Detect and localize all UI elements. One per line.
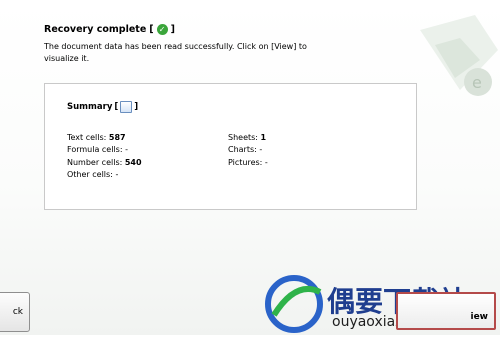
summary-row-charts: Charts: - xyxy=(228,145,263,155)
recovery-description: The document data has been read successf… xyxy=(44,42,307,63)
back-button[interactable]: ck xyxy=(0,292,30,332)
summary-icon xyxy=(120,101,133,113)
summary-panel: Summary [ ] Text cells: 587 Formula cell… xyxy=(44,83,417,210)
site-logo-icon xyxy=(265,275,323,333)
summary-title: Summary xyxy=(67,102,113,112)
summary-row-number-cells: Number cells: 540 xyxy=(67,157,142,167)
summary-row-sheets: Sheets: 1 xyxy=(228,133,267,142)
check-icon: ✓ xyxy=(156,24,168,35)
view-button[interactable]: iew xyxy=(396,292,496,330)
back-button-label: ck xyxy=(12,307,23,317)
bracket-close: ] xyxy=(134,102,139,112)
svg-text:e: e xyxy=(472,73,482,92)
view-button-label: iew xyxy=(470,312,488,322)
summary-row-pictures: Pictures: - xyxy=(228,157,268,167)
summary-row-other-cells: Other cells: - xyxy=(67,169,119,179)
recovery-header: Recovery complete [ ✓ ] The document dat… xyxy=(44,24,364,65)
recovery-title: Recovery complete xyxy=(44,24,147,35)
summary-row-formula-cells: Formula cells: - xyxy=(67,145,128,155)
summary-row-text-cells: Text cells: 587 xyxy=(67,133,126,142)
bracket-open: [ xyxy=(149,24,154,35)
summary-left-column: Text cells: 587 Formula cells: - Number … xyxy=(67,132,142,181)
bracket-open: [ xyxy=(114,102,119,112)
summary-right-column: Sheets: 1 Charts: - Pictures: - xyxy=(228,132,268,169)
bracket-close: ] xyxy=(170,24,175,35)
